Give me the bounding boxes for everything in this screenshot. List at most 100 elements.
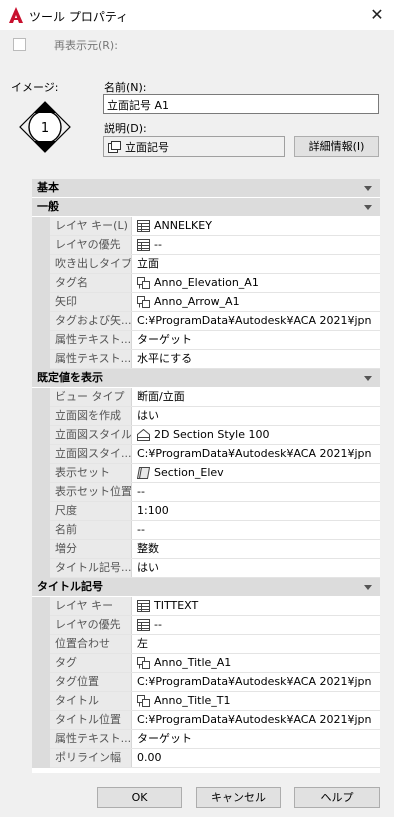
property-value-text: ターゲット (137, 732, 192, 745)
property-row[interactable]: タグ Anno_Title_A1 (32, 654, 380, 673)
property-name: タグ名 (50, 274, 132, 292)
property-row[interactable]: 立面図スタイル 2D Section Style 100 (32, 426, 380, 445)
row-gutter (32, 426, 50, 445)
property-value[interactable]: 立面 (137, 255, 378, 273)
category-label: タイトル記号 (37, 580, 103, 593)
property-value[interactable]: 1:100 (137, 502, 378, 520)
property-row[interactable]: ポリライン幅 0.00 (32, 749, 380, 768)
property-value[interactable]: Anno_Elevation_A1 (137, 274, 378, 292)
property-value[interactable]: C:¥ProgramData¥Autodesk¥ACA 2021¥jpn (137, 312, 378, 330)
property-name: 吹き出しタイプ (50, 255, 132, 273)
row-gutter (32, 407, 50, 426)
row-gutter (32, 483, 50, 502)
property-row[interactable]: タイトル Anno_Title_T1 (32, 692, 380, 711)
collapse-icon[interactable] (364, 186, 372, 191)
row-gutter (32, 217, 50, 236)
property-row[interactable]: 表示セット Section_Elev (32, 464, 380, 483)
row-gutter (32, 711, 50, 730)
display-set-icon (137, 467, 150, 479)
property-value[interactable]: C:¥ProgramData¥Autodesk¥ACA 2021¥jpn (137, 673, 378, 691)
row-gutter (32, 350, 50, 369)
property-value[interactable]: ターゲット (137, 331, 378, 349)
property-row[interactable]: タイトル位置 C:¥ProgramData¥Autodesk¥ACA 2021¥j… (32, 711, 380, 730)
category-section[interactable]: タイトル記号 (32, 578, 380, 596)
property-value[interactable]: -- (137, 236, 378, 254)
property-name: 属性テキスト... (50, 331, 132, 349)
property-value[interactable]: Anno_Title_A1 (137, 654, 378, 672)
collapse-icon[interactable] (364, 205, 372, 210)
collapse-icon[interactable] (364, 585, 372, 590)
row-gutter (32, 236, 50, 255)
cancel-button[interactable]: キャンセル (196, 787, 281, 808)
property-row[interactable]: レイヤの優先 -- (32, 616, 380, 635)
property-row[interactable]: 属性テキスト... ターゲット (32, 730, 380, 749)
property-value-text: 2D Section Style 100 (154, 428, 270, 441)
help-button[interactable]: ヘルプ (294, 787, 380, 808)
property-row[interactable]: タグ名 Anno_Elevation_A1 (32, 274, 380, 293)
row-gutter (32, 597, 50, 616)
property-value[interactable]: Anno_Arrow_A1 (137, 293, 378, 311)
property-name: ビュー タイプ (50, 388, 132, 406)
property-value-text: 立面 (137, 257, 159, 270)
row-gutter (32, 521, 50, 540)
property-value[interactable]: TITTEXT (137, 597, 378, 615)
property-value[interactable]: ターゲット (137, 730, 378, 748)
layer-key-icon (137, 600, 150, 612)
property-value[interactable]: はい (137, 407, 378, 425)
property-name: 立面図スタイ... (50, 445, 132, 463)
detail-info-button[interactable]: 詳細情報(I) (294, 136, 379, 157)
property-row[interactable]: 立面図スタイ... C:¥ProgramData¥Autodesk¥ACA 202… (32, 445, 380, 464)
property-row[interactable]: タイトル記号... はい (32, 559, 380, 578)
property-value[interactable]: 水平にする (137, 350, 378, 368)
collapse-icon[interactable] (364, 376, 372, 381)
property-row[interactable]: 属性テキスト... 水平にする (32, 350, 380, 369)
block-icon (137, 277, 150, 289)
property-value[interactable]: C:¥ProgramData¥Autodesk¥ACA 2021¥jpn (137, 445, 378, 463)
property-row[interactable]: 矢印 Anno_Arrow_A1 (32, 293, 380, 312)
redisplay-checkbox[interactable] (13, 38, 26, 51)
block-icon (137, 695, 150, 707)
property-name: 立面図を作成 (50, 407, 132, 425)
property-name: 立面図スタイル (50, 426, 132, 444)
property-value[interactable]: 2D Section Style 100 (137, 426, 378, 444)
property-row[interactable]: 位置合わせ左 (32, 635, 380, 654)
name-input[interactable]: 立面記号 A1 (103, 94, 379, 114)
property-row[interactable]: 表示セット位置 -- (32, 483, 380, 502)
property-value-text: C:¥ProgramData¥Autodesk¥ACA 2021¥jpn (137, 314, 372, 327)
property-value[interactable]: 左 (137, 635, 378, 653)
property-value[interactable]: -- (137, 521, 378, 539)
property-value[interactable]: 断面/立面 (137, 388, 378, 406)
ok-button[interactable]: OK (97, 787, 182, 808)
property-value[interactable]: はい (137, 559, 378, 577)
property-row[interactable]: レイヤ キー TITTEXT (32, 597, 380, 616)
property-row[interactable]: 尺度 1:100 (32, 502, 380, 521)
property-value[interactable]: Anno_Title_T1 (137, 692, 378, 710)
property-value[interactable]: C:¥ProgramData¥Autodesk¥ACA 2021¥jpn (137, 711, 378, 729)
close-icon[interactable]: ✕ (366, 4, 388, 26)
property-row[interactable]: 名前 -- (32, 521, 380, 540)
property-row[interactable]: タグ位置 C:¥ProgramData¥Autodesk¥ACA 2021¥jpn (32, 673, 380, 692)
property-row[interactable]: レイヤ キー(L) ANNELKEY (32, 217, 380, 236)
property-row[interactable]: ビュー タイプ 断面/立面 (32, 388, 380, 407)
category-section[interactable]: 既定値を表示 (32, 369, 380, 387)
row-gutter (32, 502, 50, 521)
category-section[interactable]: 一般 (32, 198, 380, 216)
property-row[interactable]: タグおよび矢... C:¥ProgramData¥Autodesk¥ACA 202… (32, 312, 380, 331)
property-value[interactable]: Section_Elev (137, 464, 378, 482)
category-label: 既定値を表示 (37, 371, 103, 384)
property-name: レイヤの優先 (50, 236, 132, 254)
property-value[interactable]: 整数 (137, 540, 378, 558)
property-value[interactable]: -- (137, 483, 378, 501)
property-row[interactable]: 吹き出しタイプ 立面 (32, 255, 380, 274)
description-field[interactable]: 立面記号 (103, 136, 285, 157)
property-row[interactable]: 属性テキスト... ターゲット (32, 331, 380, 350)
property-row[interactable]: 増分 整数 (32, 540, 380, 559)
property-value[interactable]: 0.00 (137, 749, 378, 767)
property-value[interactable]: -- (137, 616, 378, 634)
property-row[interactable]: レイヤの優先 -- (32, 236, 380, 255)
image-label: イメージ: (11, 81, 59, 94)
property-row[interactable]: 立面図を作成 はい (32, 407, 380, 426)
category-basic[interactable]: 基本 (32, 179, 380, 197)
property-name: タイトル位置 (50, 711, 132, 729)
property-value[interactable]: ANNELKEY (137, 217, 378, 235)
